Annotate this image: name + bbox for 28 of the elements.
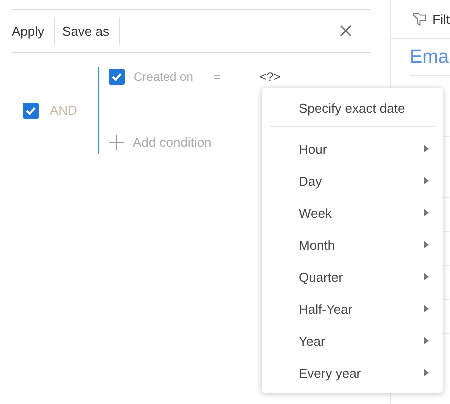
checkmark-icon (26, 106, 36, 114)
plus-icon (109, 135, 124, 150)
close-icon[interactable] (340, 25, 352, 37)
toolbar-button[interactable]: Save as (62, 17, 119, 45)
submenu-arrow-icon (424, 145, 429, 153)
submenu-arrow-icon (424, 177, 429, 185)
menu-item[interactable]: Every year (262, 357, 443, 389)
submenu-arrow-icon (424, 305, 429, 313)
menu-item[interactable]: Specify exact date (262, 92, 443, 124)
submenu-arrow-icon (424, 273, 429, 281)
submenu-arrow-icon (424, 369, 429, 377)
submenu-arrow-icon (424, 209, 429, 217)
checkbox[interactable] (109, 69, 125, 85)
menu-item[interactable]: Quarter (262, 261, 443, 293)
submenu-arrow-icon (424, 337, 429, 345)
filter-icon[interactable] (412, 11, 427, 27)
menu-item[interactable]: Week (262, 197, 443, 229)
checkbox[interactable] (23, 102, 39, 118)
menu-item[interactable]: Month (262, 229, 443, 261)
submenu-arrow-icon (424, 241, 429, 249)
menu-item[interactable]: Year (262, 325, 443, 357)
checkmark-icon (112, 73, 122, 81)
toolbar-button[interactable]: Apply (12, 17, 54, 45)
panel-title: Ema (410, 39, 450, 76)
menu-item[interactable]: Half-Year (262, 293, 443, 325)
filter-label[interactable]: Filt (432, 12, 450, 26)
menu-item[interactable]: Day (262, 165, 443, 197)
condition-value[interactable]: <?> (260, 70, 281, 84)
